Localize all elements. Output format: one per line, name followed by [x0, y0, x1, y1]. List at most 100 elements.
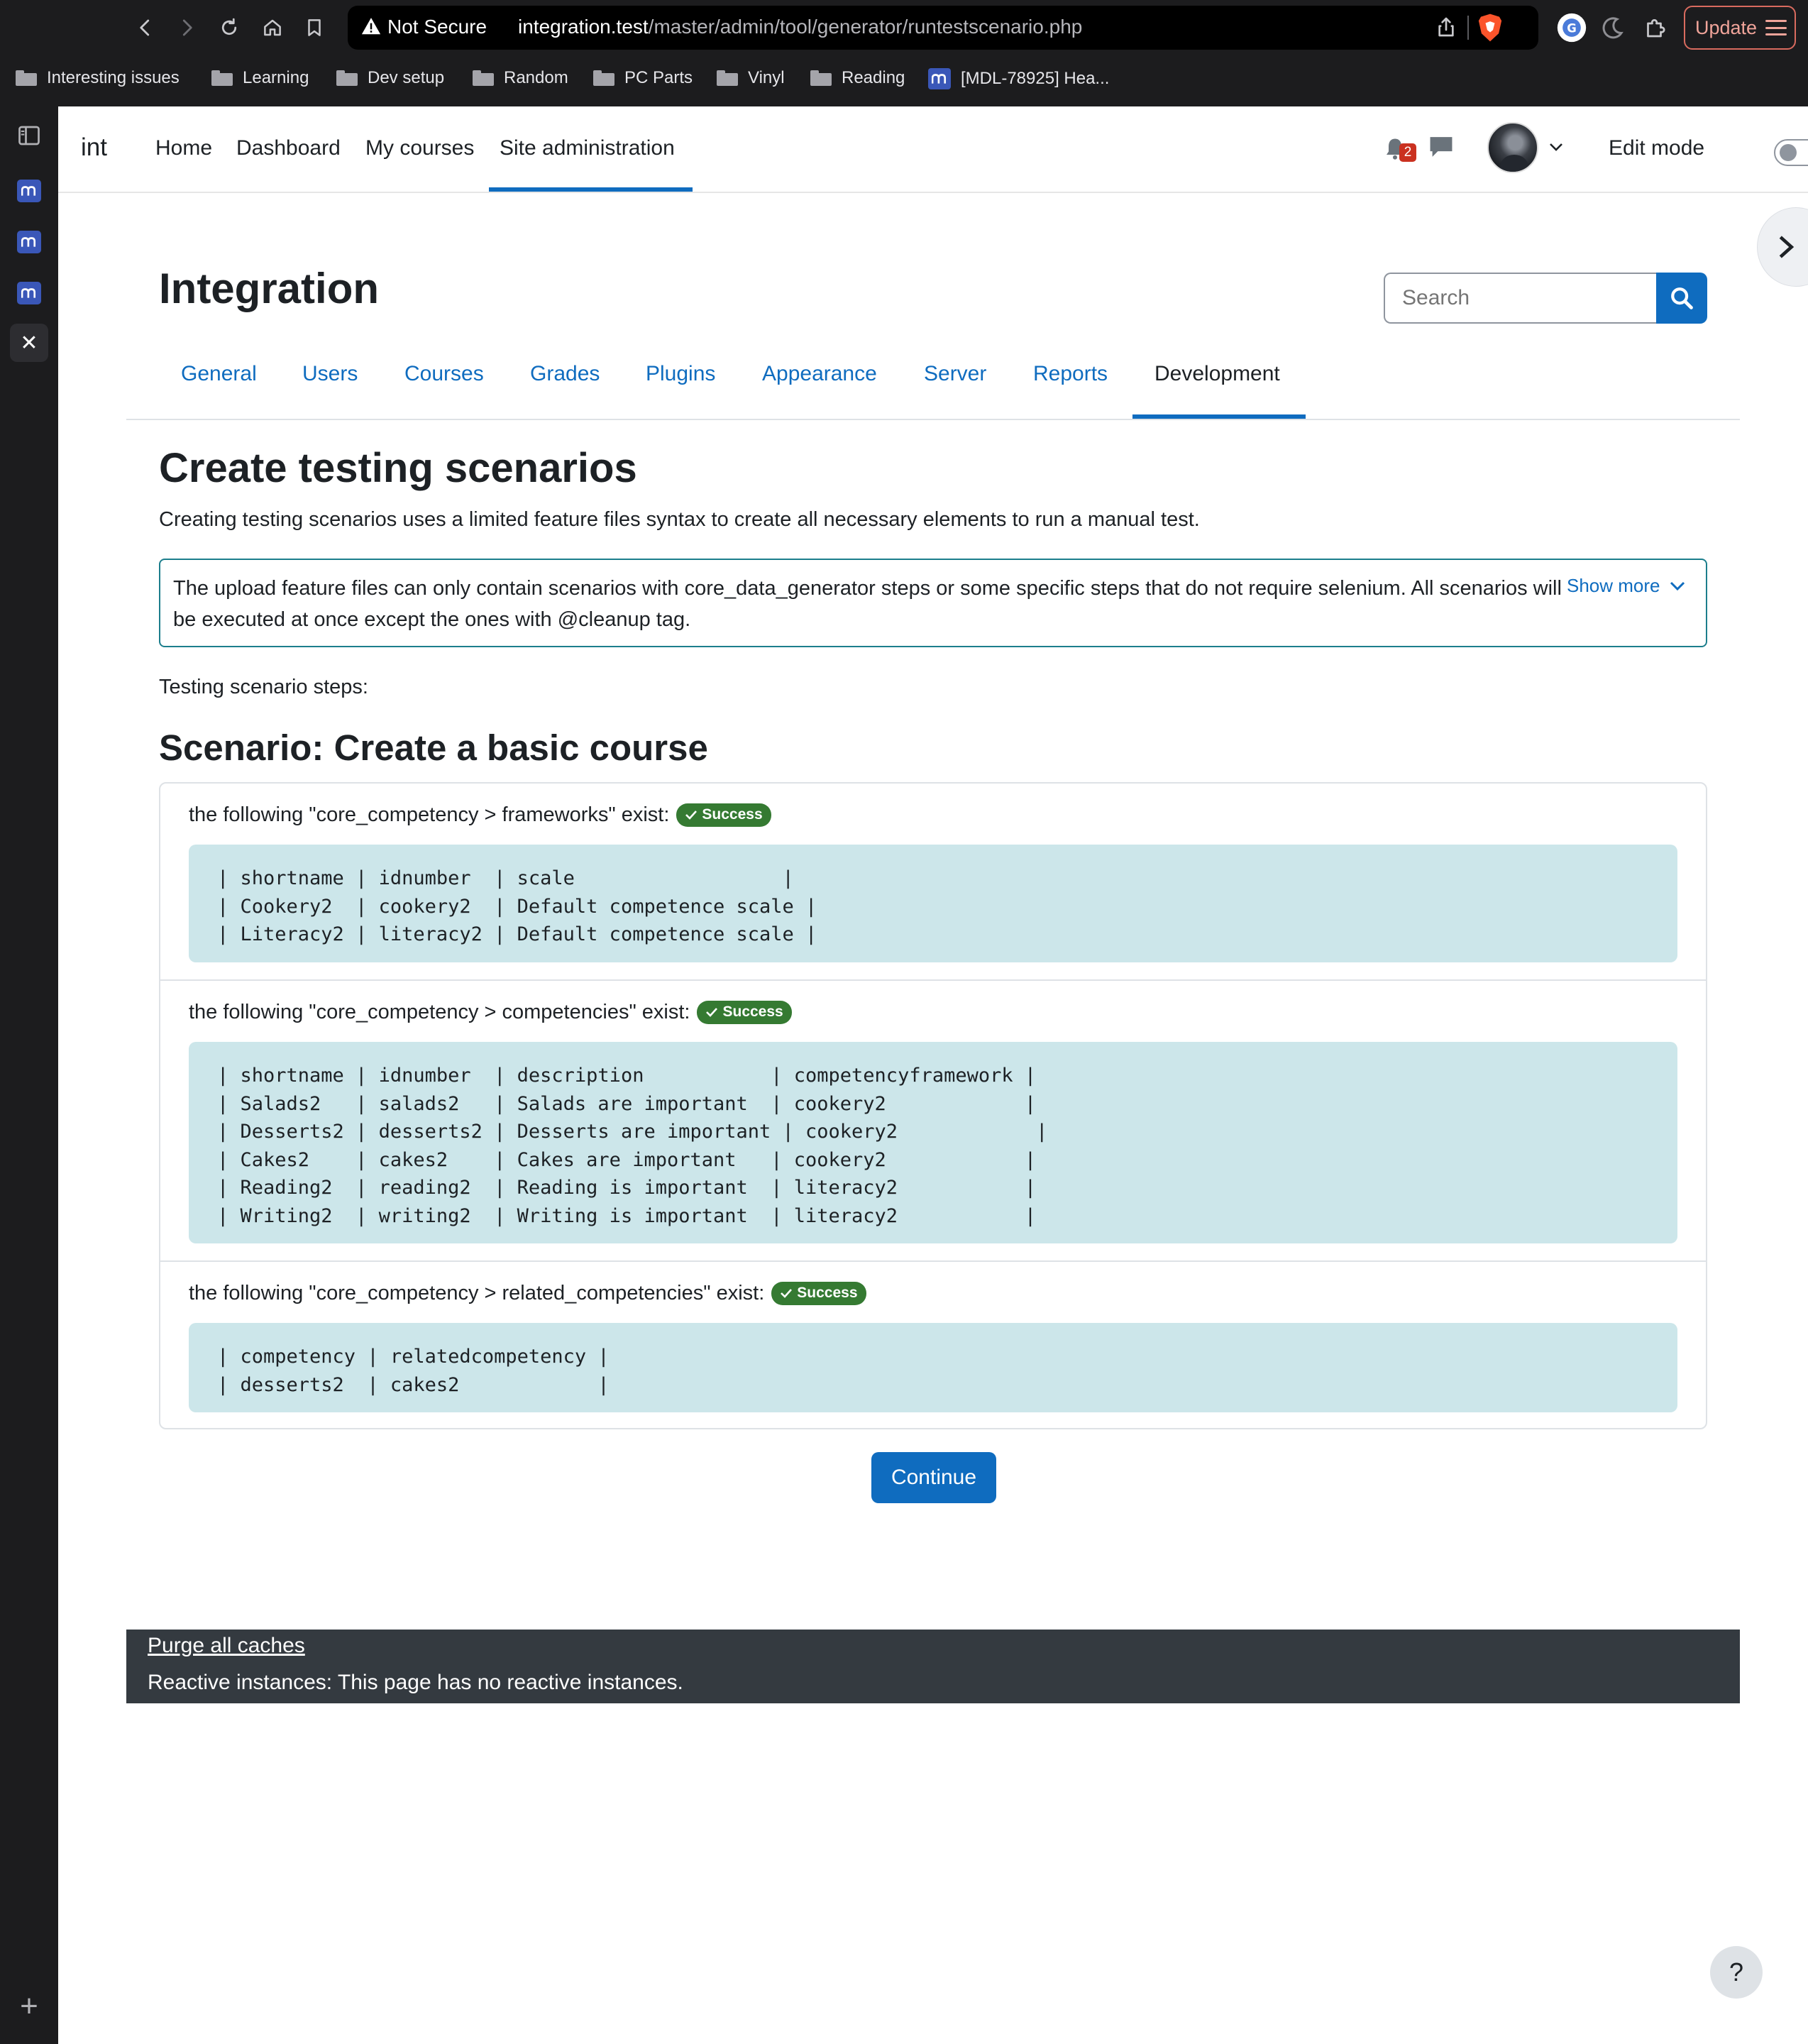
site-brand[interactable]: int: [81, 133, 107, 162]
browser-chrome: Not Secure integration.test/master/admin…: [0, 0, 1808, 106]
update-button[interactable]: Update: [1684, 6, 1796, 50]
tab-appearance[interactable]: Appearance: [762, 362, 877, 386]
code-line: | Cakes2 | cakes2 | Cakes are important …: [217, 1148, 1037, 1171]
notification-count-badge: 2: [1399, 143, 1416, 162]
bookmark-item[interactable]: Learning: [211, 68, 309, 88]
bookmark-label: Interesting issues: [47, 68, 180, 87]
tab-users[interactable]: Users: [302, 362, 358, 386]
share-icon[interactable]: [1435, 16, 1457, 38]
moodle-tab-icon[interactable]: [10, 172, 48, 210]
user-avatar[interactable]: [1487, 122, 1538, 173]
security-label[interactable]: Not Secure: [387, 16, 487, 38]
chevron-down-icon: [1670, 581, 1685, 590]
tab-development[interactable]: Development: [1154, 362, 1280, 386]
bookmark-item[interactable]: Vinyl: [717, 68, 785, 88]
chevron-down-icon[interactable]: [1548, 142, 1564, 152]
show-more-link[interactable]: Show more: [1567, 575, 1686, 597]
back-icon[interactable]: [131, 13, 160, 43]
code-line: | shortname | idnumber | description | c…: [217, 1065, 1037, 1087]
bookmark-label: [MDL-78925] Hea...: [961, 69, 1110, 88]
nav-home[interactable]: Home: [155, 136, 212, 160]
step-title-text: the following "core_competency > compete…: [189, 1001, 690, 1023]
scenario-title: Scenario: Create a basic course: [159, 727, 708, 768]
moodle-icon: [928, 68, 951, 89]
folder-icon: [717, 70, 738, 86]
tab-plugins[interactable]: Plugins: [646, 362, 715, 386]
edit-mode-label: Edit mode: [1609, 136, 1705, 160]
section-heading: Create testing scenarios: [159, 445, 637, 491]
bookmark-label: PC Parts: [624, 68, 693, 87]
info-text: The upload feature files can only contai…: [173, 577, 1562, 631]
bookmark-label: Random: [504, 68, 568, 87]
nav-site-administration[interactable]: Site administration: [500, 136, 675, 160]
folder-icon: [593, 70, 614, 86]
step-title: the following "core_competency > compete…: [189, 1001, 792, 1024]
open-drawer-button[interactable]: [1757, 207, 1808, 287]
code-line: | desserts2 | cakes2 |: [217, 1373, 610, 1396]
bookmark-item[interactable]: PC Parts: [593, 68, 693, 88]
tab-grades[interactable]: Grades: [530, 362, 600, 386]
bookmark-item[interactable]: Random: [473, 68, 568, 88]
status-text: Success: [722, 1004, 783, 1020]
debug-footer: Purge all caches Reactive instances: Thi…: [126, 1630, 1740, 1703]
sidebar-panel-icon[interactable]: [10, 116, 48, 155]
edit-mode-toggle[interactable]: [1774, 139, 1808, 166]
extensions-puzzle-icon[interactable]: [1639, 11, 1672, 44]
code-line: | Desserts2 | desserts2 | Desserts are i…: [217, 1121, 1048, 1143]
bookmark-item[interactable]: [MDL-78925] Hea...: [928, 68, 1109, 89]
browser-sidebar: ✕ +: [0, 106, 58, 2044]
url-path: /master/admin/tool/generator/runtestscen…: [648, 16, 1083, 38]
forward-icon[interactable]: [172, 13, 202, 43]
browser-toolbar: Not Secure integration.test/master/admin…: [0, 0, 1808, 55]
bookmark-label: Learning: [243, 68, 309, 87]
admin-search-input[interactable]: [1384, 273, 1658, 324]
brave-shield-icon[interactable]: [1476, 13, 1504, 43]
url-separator: [1467, 16, 1469, 40]
bookmark-label: Dev setup: [368, 68, 445, 87]
tab-courses[interactable]: Courses: [404, 362, 484, 386]
url-text[interactable]: integration.test/master/admin/tool/gener…: [518, 16, 1082, 38]
bookmark-item[interactable]: Reading: [810, 68, 905, 88]
folder-icon: [336, 70, 358, 86]
step-title-text: the following "core_competency > related…: [189, 1282, 765, 1304]
code-line: | Reading2 | reading2 | Reading is impor…: [217, 1177, 1037, 1199]
reload-icon[interactable]: [214, 13, 244, 43]
help-button[interactable]: ?: [1710, 1946, 1763, 1999]
search-button[interactable]: [1656, 273, 1707, 324]
moodle-tab-icon[interactable]: [10, 223, 48, 261]
translate-extension-icon[interactable]: G: [1555, 11, 1588, 44]
folder-icon: [810, 70, 832, 86]
home-icon[interactable]: [258, 13, 287, 43]
bookmark-label: Vinyl: [748, 68, 785, 87]
bookmark-item[interactable]: Interesting issues: [16, 68, 180, 88]
site-navbar: int Home Dashboard My courses Site admin…: [58, 106, 1808, 193]
folder-icon: [473, 70, 494, 86]
steps-label: Testing scenario steps:: [159, 676, 368, 698]
page-title: Integration: [159, 265, 379, 312]
moodle-tab-icon[interactable]: [10, 274, 48, 312]
tab-reports[interactable]: Reports: [1033, 362, 1108, 386]
add-panel-icon[interactable]: +: [10, 1987, 48, 2026]
nav-my-courses[interactable]: My courses: [365, 136, 474, 160]
address-bar[interactable]: Not Secure integration.test/master/admin…: [348, 6, 1538, 50]
status-badge: Success: [697, 1001, 792, 1024]
tab-active-indicator: [1132, 414, 1306, 419]
purge-caches-link[interactable]: Purge all caches: [148, 1634, 305, 1658]
scenario-steps-card: the following "core_competency > framewo…: [159, 782, 1707, 1429]
tab-general[interactable]: General: [181, 362, 257, 386]
code-line: | competency | relatedcompetency |: [217, 1346, 610, 1368]
messages-icon[interactable]: [1428, 135, 1455, 159]
continue-button[interactable]: Continue: [871, 1452, 996, 1503]
svg-text:G: G: [1567, 21, 1577, 35]
bookmark-icon[interactable]: [299, 13, 329, 43]
nav-dashboard[interactable]: Dashboard: [236, 136, 341, 160]
code-line: | Writing2 | writing2 | Writing is impor…: [217, 1204, 1037, 1227]
show-more-label: Show more: [1567, 575, 1660, 596]
bookmark-item[interactable]: Dev setup: [336, 68, 444, 88]
night-mode-extension-icon[interactable]: [1597, 11, 1629, 44]
url-host: integration.test: [518, 16, 649, 38]
status-text: Success: [702, 806, 763, 823]
tab-server[interactable]: Server: [924, 362, 986, 386]
code-line: | Literacy2 | literacy2 | Default compet…: [217, 923, 817, 945]
close-icon[interactable]: ✕: [10, 324, 48, 362]
